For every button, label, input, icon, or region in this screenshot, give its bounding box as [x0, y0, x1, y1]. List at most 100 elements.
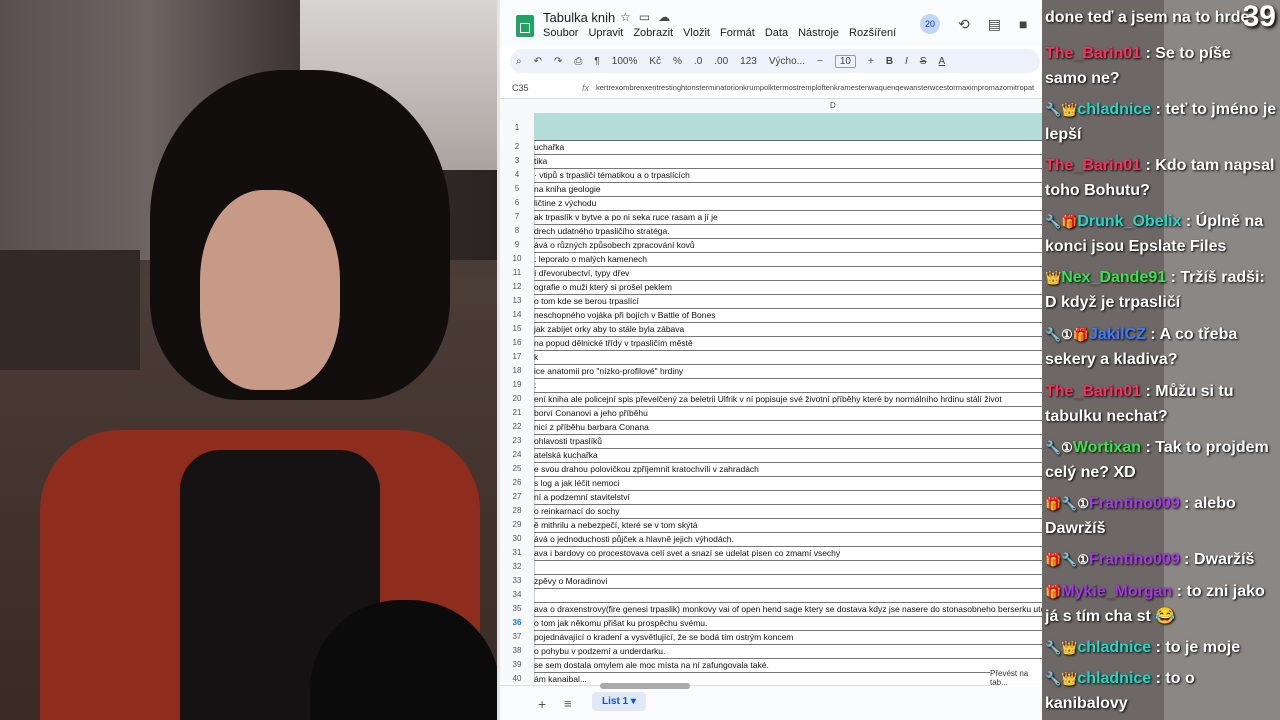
table-row[interactable]: 29 ě mithrilu a nebezpečí, které se v tom… — [513, 518, 1045, 533]
menu-tools[interactable]: Nástroje — [798, 27, 839, 39]
row-number[interactable]: 38 — [500, 644, 534, 658]
cell-text[interactable]: na kniha geologie — [534, 182, 601, 196]
column-header-d[interactable]: D — [830, 101, 836, 110]
cell-text[interactable]: o pohybu v podzemí a underdarku. — [534, 644, 665, 658]
row-number[interactable]: 2 — [500, 140, 534, 154]
cell-text[interactable]: ava o draxenstrovy(fire genesi trpaslik)… — [534, 602, 1045, 616]
table-row[interactable]: 12 ografie o muži který si prošel peklem — [513, 280, 1045, 295]
cell-text[interactable]: tika — [534, 154, 547, 168]
sheets-logo-icon[interactable] — [516, 15, 534, 37]
undo-icon[interactable]: ↶ — [534, 56, 542, 67]
table-row[interactable]: 28 o reinkarnací do sochy — [513, 504, 1045, 519]
menu-view[interactable]: Zobrazit — [633, 27, 673, 39]
row-number[interactable]: 13 — [500, 294, 534, 308]
row-number[interactable]: 20 — [500, 392, 534, 406]
font-size-input[interactable]: 10 — [834, 54, 856, 68]
table-row[interactable]: 3 tika — [515, 154, 1045, 169]
table-row[interactable]: 13 o tom kde se berou trpaslící — [513, 294, 1045, 309]
table-row[interactable]: 30 ává o jednoduchosti půjček a hlavně je… — [513, 532, 1045, 547]
cell-text[interactable]: ní a podzemní stavitelství — [534, 490, 630, 504]
row-number[interactable]: 30 — [500, 532, 534, 546]
cell-text[interactable]: o reinkarnací do sochy — [534, 504, 620, 518]
zoom-select[interactable]: 100% — [612, 56, 638, 67]
table-row-1[interactable] — [534, 113, 1045, 141]
folder-icon[interactable]: ▭ — [639, 10, 658, 24]
cell-text[interactable]: o tom jak někomu přišat ku prospěchu své… — [534, 616, 707, 630]
table-row[interactable]: 18 ice anatomii pro "nízko-profilové" hrd… — [513, 364, 1045, 379]
table-row[interactable]: 7 ak trpaslík v bytve a po ni seka ruce r… — [515, 210, 1045, 225]
cell-text[interactable]: se sem dostala omylem ale moc místa na n… — [534, 658, 769, 672]
row-number[interactable]: 6 — [500, 196, 534, 210]
table-row[interactable]: 5 na kniha geologie — [515, 182, 1045, 197]
table-row[interactable]: 16 na popud dělnické třídy v trpasličím m… — [513, 336, 1045, 351]
cell-text[interactable]: ám kanaibal... — [534, 672, 587, 686]
history-icon[interactable]: ⟲ — [958, 16, 970, 33]
menu-file[interactable]: Soubor — [543, 27, 578, 39]
table-row[interactable]: 17 k — [513, 350, 1045, 365]
table-row[interactable]: 34 — [513, 588, 1045, 603]
menu-extensions[interactable]: Rozšíření — [849, 27, 896, 39]
cell-reference[interactable]: C35 — [512, 83, 529, 93]
collaborators-badge[interactable]: 20 — [920, 14, 940, 34]
table-row[interactable]: 9 ává o různých způsobech zpracování kovů — [515, 238, 1045, 253]
convert-table-chip[interactable]: Převést na tab... — [990, 669, 1045, 687]
bold-button[interactable]: B — [886, 56, 893, 67]
row-number[interactable]: 7 — [500, 210, 534, 224]
row-number[interactable]: 21 — [500, 406, 534, 420]
horizontal-scrollbar[interactable] — [600, 683, 690, 689]
menu-edit[interactable]: Upravit — [588, 27, 623, 39]
row-number[interactable]: 16 — [500, 336, 534, 350]
row-number[interactable]: 26 — [500, 476, 534, 490]
row-number[interactable]: 10 — [500, 252, 534, 266]
row-number[interactable]: 31 — [500, 546, 534, 560]
redo-icon[interactable]: ↷ — [554, 56, 562, 67]
star-icon[interactable]: ☆ — [620, 10, 639, 24]
cell-text[interactable]: nicí z příběhu barbara Conana — [534, 420, 649, 434]
text-color-button[interactable]: A — [939, 56, 946, 67]
table-row[interactable]: 21 borví Conanovi a jeho příběhu — [513, 406, 1045, 421]
table-row[interactable]: 4 · vtipů s trpasličí tématikou a o trpas… — [515, 168, 1045, 183]
row-number[interactable]: 35 — [500, 602, 534, 616]
row-number[interactable]: 29 — [500, 518, 534, 532]
row-number[interactable]: 27 — [500, 490, 534, 504]
document-title[interactable]: Tabulka knih — [543, 10, 615, 25]
row-number[interactable]: 17 — [500, 350, 534, 364]
row-number[interactable]: 18 — [500, 364, 534, 378]
table-row[interactable]: 19: — [513, 378, 1045, 393]
paint-format-icon[interactable]: ¶ — [594, 56, 599, 67]
table-row[interactable]: 22 nicí z příběhu barbara Conana — [513, 420, 1045, 435]
table-row[interactable]: 39 se sem dostala omylem ale moc místa na… — [513, 658, 1045, 673]
table-row[interactable]: 20 ení kniha ale policejní spis převelčen… — [513, 392, 1045, 407]
row-number[interactable]: 9 — [500, 238, 534, 252]
row-number[interactable]: 39 — [500, 658, 534, 672]
row-number[interactable]: 33 — [500, 574, 534, 588]
row-number[interactable]: 4 — [500, 168, 534, 182]
font-size-increase-icon[interactable]: + — [868, 56, 874, 67]
cell-text[interactable]: ava i bardovy co procestovava celí svet … — [534, 546, 840, 560]
row-number[interactable]: 36 — [500, 616, 534, 630]
italic-button[interactable]: I — [905, 56, 908, 67]
row-number[interactable]: 3 — [500, 154, 534, 168]
cell-text[interactable]: borví Conanovi a jeho příběhu — [534, 406, 648, 420]
cell-text[interactable]: ení kniha ale policejní spis převelčený … — [534, 392, 1002, 406]
table-row[interactable]: 33 zpěvy o Moradinovi — [513, 574, 1045, 589]
row-number[interactable]: 14 — [500, 308, 534, 322]
cell-text[interactable]: · vtipů s trpasličí tématikou a o trpasl… — [534, 168, 690, 182]
tab-list-1[interactable]: List 1 ▾ — [592, 692, 646, 711]
cell-text[interactable]: na popud dělnické třídy v trpasličím měs… — [534, 336, 693, 350]
table-row[interactable]: 32 — [513, 560, 1045, 575]
cell-text[interactable]: uchařka — [534, 140, 564, 154]
row-number[interactable]: 11 — [500, 266, 534, 280]
cell-text[interactable]: k — [534, 350, 538, 364]
row-number[interactable]: 24 — [500, 448, 534, 462]
cell-text[interactable]: neschopného vojáka při bojích v Battle o… — [534, 308, 715, 322]
cell-text[interactable]: : leporalo o malých kamenech — [534, 252, 647, 266]
cell-text[interactable]: ličtine z východu — [534, 196, 596, 210]
table-row[interactable]: 26 s log a jak léčit nemoci — [513, 476, 1045, 491]
menu-format[interactable]: Formát — [720, 27, 755, 39]
cell-text[interactable]: ak trpaslík v bytve a po ni seka ruce ra… — [534, 210, 718, 224]
table-row[interactable]: 36 o tom jak někomu přišat ku prospěchu s… — [513, 616, 1045, 631]
search-icon[interactable]: ⌕ — [516, 56, 522, 67]
comment-icon[interactable]: ▤ — [988, 16, 1001, 33]
cell-text[interactable]: í dřevorubectví, typy dřev — [534, 266, 629, 280]
